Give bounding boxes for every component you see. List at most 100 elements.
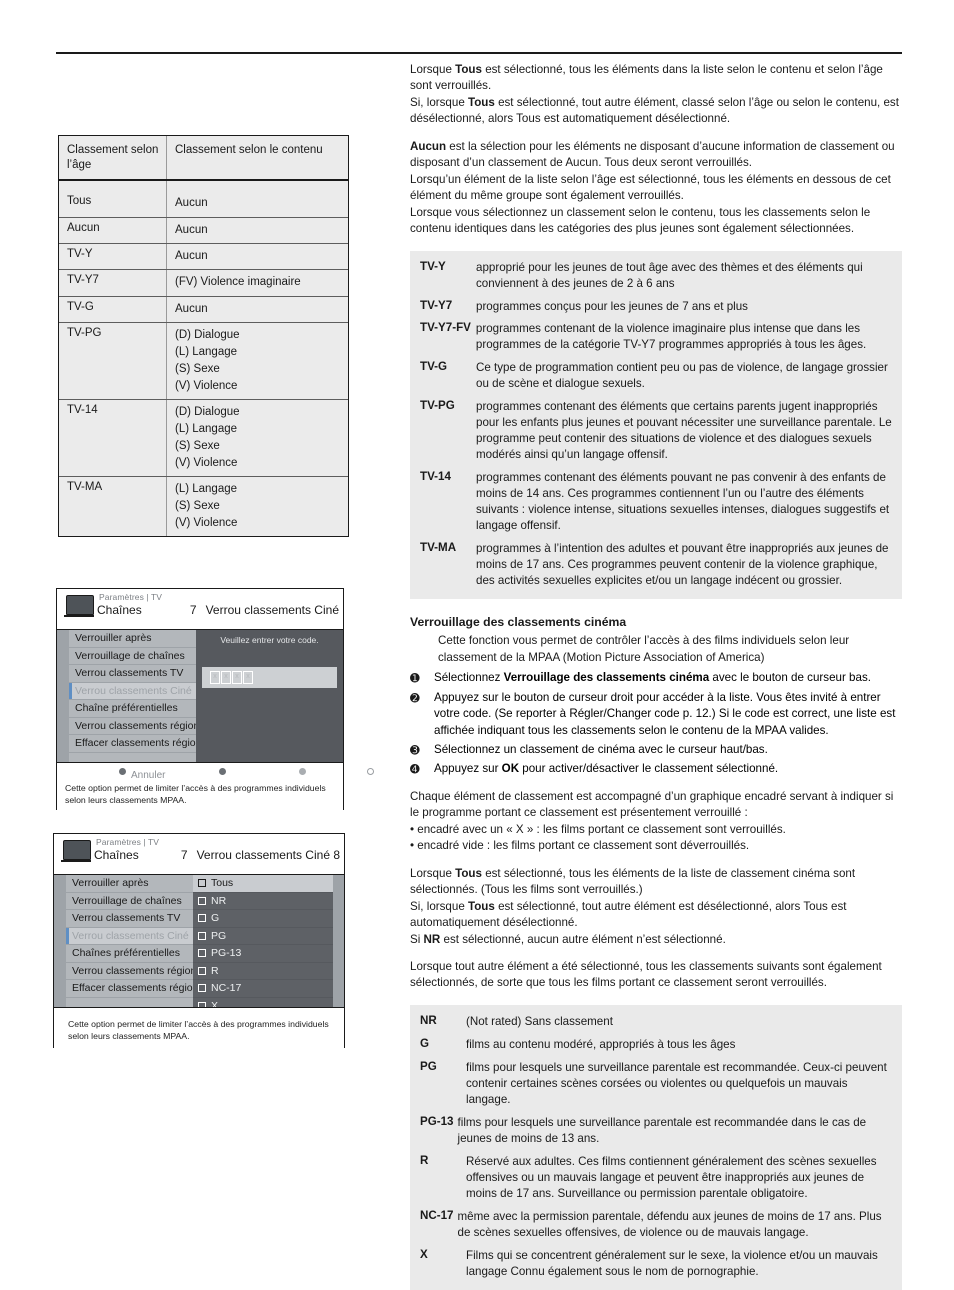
code-digit-boxes[interactable]: xxxx xyxy=(210,671,253,684)
content-descriptor: (S) Sexe xyxy=(175,362,220,375)
settings-menu-list[interactable]: Verrouiller après Verrouillage de chaînes… xyxy=(66,875,193,1014)
channel-number: 7 xyxy=(189,603,197,617)
menu-item[interactable]: Verrou classements région xyxy=(69,717,196,734)
tv-body: Verrouiller après Verrouillage de chaînes… xyxy=(57,630,343,769)
rating-checkbox-row[interactable]: PG-13 xyxy=(193,945,333,962)
rating-checkbox-row[interactable]: R xyxy=(193,962,333,979)
tv-set-icon xyxy=(64,595,94,618)
right-content-column: Lorsque Tous est sélectionné, tous les é… xyxy=(410,62,902,1290)
code-entry-panel[interactable]: Veuillez entrer votre code. xxxx xyxy=(196,630,343,762)
menu-item[interactable]: Verrou classements TV xyxy=(66,910,193,927)
definition-description: Ce type de programmation contient peu ou… xyxy=(476,361,888,391)
menu-item[interactable]: Verrouillage de chaînes xyxy=(69,647,196,664)
checkbox-icon[interactable] xyxy=(198,949,206,958)
menu-item[interactable]: Verrou classements Ciné xyxy=(69,682,196,699)
tv-ratings-definition-box: TV-Y approprié pour les jeunes de tout âg… xyxy=(410,250,902,600)
checkbox-icon[interactable] xyxy=(198,931,206,940)
green-button-dot[interactable] xyxy=(219,768,226,775)
rating-label: Tous xyxy=(211,877,234,889)
definition-row: TV-PG programmes contenant des éléments q… xyxy=(420,399,892,463)
table-header-age: Classement selon l’âge xyxy=(59,136,167,180)
menu-item[interactable]: Chaînes préférentielles xyxy=(66,945,193,962)
page-top-rule xyxy=(56,52,902,54)
checkbox-icon[interactable] xyxy=(198,879,206,888)
intro-p2-bold: Tous xyxy=(468,95,495,109)
rating-label: G xyxy=(211,912,220,924)
movie-ratings-checkbox-list[interactable]: Tous NR G PG PG-13 R NC-17 X xyxy=(193,875,333,1014)
cell-content: (D) Dialogue (L) Langage (S) Sexe (V) Viole… xyxy=(167,323,348,399)
menu-item[interactable]: Verrou classements région xyxy=(66,962,193,979)
definition-term: PG xyxy=(420,1059,437,1073)
menu-item[interactable]: Verrou classements Ciné xyxy=(66,927,193,944)
cell-age: Aucun xyxy=(59,218,167,244)
code-entry-field[interactable]: xxxx xyxy=(202,667,337,688)
cell-age: TV-14 xyxy=(59,399,167,476)
step-text: Sélectionnez un classement de cinéma ave… xyxy=(434,742,902,758)
footer-note: Cette option permet de limiter l’accès à… xyxy=(65,783,326,805)
intro-paragraph-4: Lorsqu’un élément de la liste selon l’âg… xyxy=(410,172,891,203)
step-text: Sélectionnez Verrouillage des classement… xyxy=(434,670,902,686)
definition-term: NR xyxy=(420,1013,437,1027)
checkbox-icon[interactable] xyxy=(198,896,206,905)
definition-row: PG-13 films pour lesquels une surveillanc… xyxy=(420,1115,892,1147)
cell-content: Aucun xyxy=(167,297,348,322)
definition-row: R Réservé aux adultes. Ces films contienn… xyxy=(420,1154,892,1202)
definition-row: NC-17 même avec la permission parentale, … xyxy=(420,1209,892,1241)
definition-description: programmes conçus pour les jeunes de 7 a… xyxy=(476,299,748,313)
menu-item[interactable]: Verrouiller après xyxy=(69,630,196,647)
menu-item[interactable]: Effacer classements région xyxy=(69,735,196,752)
rating-label: PG-13 xyxy=(211,947,242,959)
rating-checkbox-row[interactable]: NC-17 xyxy=(193,980,333,997)
cell-content: Aucun xyxy=(167,244,348,269)
definition-description: programmes contenant de la violence imag… xyxy=(475,322,867,352)
section-title: Verrou classements Ciné 8 xyxy=(196,848,340,862)
checkbox-icon[interactable] xyxy=(198,914,206,923)
code-digit-box[interactable]: x xyxy=(210,671,220,684)
table-header-row: Classement selon l’âge Classement selon … xyxy=(59,136,348,182)
rating-checkbox-row[interactable]: Tous xyxy=(193,875,333,892)
mpaa-ratings-definition-box: NR (Not rated) Sans classement Gfilms au c… xyxy=(410,1004,902,1290)
definition-description: films pour lesquels une surveillance par… xyxy=(457,1115,867,1145)
step-text: Appuyez sur OK pour activer/désactiver l… xyxy=(434,761,902,777)
rating-checkbox-row[interactable]: NR xyxy=(193,892,333,909)
definition-description: films au contenu modéré, appropriés à to… xyxy=(466,1037,736,1051)
definition-row: TV-Y approprié pour les jeunes de tout âg… xyxy=(420,260,892,292)
menu-item[interactable]: Verrou classements TV xyxy=(69,665,196,682)
code-digit-box[interactable]: x xyxy=(221,671,231,684)
settings-menu-list[interactable]: Verrouiller après Verrouillage de chaînes… xyxy=(69,630,196,769)
cell-age: TV-G xyxy=(59,296,167,322)
red-button-dot[interactable] xyxy=(119,768,126,775)
menu-item[interactable]: Effacer classements région xyxy=(66,980,193,997)
intro-p3-bold: Aucun xyxy=(410,139,447,153)
code-digit-box[interactable]: x xyxy=(232,671,242,684)
checkbox-icon[interactable] xyxy=(198,966,206,975)
breadcrumb: Paramètres | TV xyxy=(99,592,163,602)
definition-description: programmes contenant des éléments que ce… xyxy=(476,400,892,462)
tv-header: Paramètres | TV Chaînes 7 Verrou classem… xyxy=(54,834,344,875)
rating-checkbox-row[interactable]: PG xyxy=(193,927,333,944)
cancel-button-label[interactable]: Annuler xyxy=(131,770,165,781)
nr-c: est sélectionné, aucun autre élément n’e… xyxy=(440,932,726,946)
si-a: Si, lorsque xyxy=(410,899,468,913)
content-descriptor: (L) Langage xyxy=(175,422,238,435)
definition-term: TV-MA xyxy=(420,541,457,555)
definition-description: programmes contenant des éléments pouvan… xyxy=(476,471,890,533)
definition-row: TV-MA programmes à l’intention des adulte… xyxy=(420,541,892,589)
code-digit-box[interactable]: x xyxy=(243,671,253,684)
menu-item[interactable]: Verrouiller après xyxy=(66,875,193,892)
rating-checkbox-row[interactable]: G xyxy=(193,910,333,927)
definition-row: PG films pour lesquels une surveillance p… xyxy=(420,1060,892,1108)
menu-item[interactable]: Verrouillage de chaînes xyxy=(66,892,193,909)
yellow-button-dot[interactable] xyxy=(299,768,306,775)
menu-item[interactable]: Chaîne préférentielles xyxy=(69,700,196,717)
step-text-pre: Sélectionnez un classement de cinéma ave… xyxy=(434,742,768,756)
content-descriptor: Aucun xyxy=(175,197,208,210)
blue-button-dot[interactable] xyxy=(367,768,374,775)
channels-label: Chaînes xyxy=(94,848,139,862)
rating-label: NR xyxy=(211,894,227,907)
nr-a: Si xyxy=(410,932,424,946)
step-text-pre: Appuyez sur le bouton de curseur droit p… xyxy=(434,690,896,737)
cell-content: (D) Dialogue (L) Langage (S) Sexe (V) Viole… xyxy=(167,400,348,476)
si-nr-paragraph: Si NR est sélectionné, aucun autre éléme… xyxy=(410,932,902,948)
checkbox-icon[interactable] xyxy=(198,984,206,993)
